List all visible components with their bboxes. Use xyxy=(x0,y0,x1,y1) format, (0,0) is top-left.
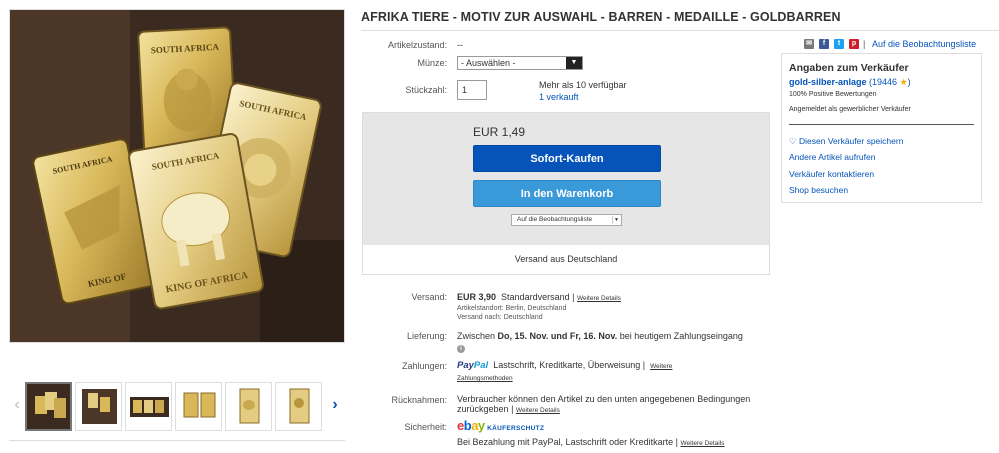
thumbnail-strip: ‹ › xyxy=(9,381,345,433)
shipping-row: EUR 3,90 Standardversand | Weitere Detai… xyxy=(457,292,621,302)
payments-row: PayPal Lastschrift, Kreditkarte, Überwei… xyxy=(457,360,672,371)
pinterest-icon[interactable]: p xyxy=(849,39,859,49)
watchlist-dropdown-label: Auf die Beobachtungsliste xyxy=(517,216,593,223)
thumbnail[interactable] xyxy=(225,382,272,431)
delivery-dates: Do, 15. Nov. und Fr, 16. Nov. xyxy=(497,331,618,341)
buyer-protection-logo: ebay KÄUFERSCHUTZ xyxy=(457,418,544,433)
shipping-type: Standardversand xyxy=(501,292,570,302)
contact-seller-link[interactable]: Verkäufer kontaktieren xyxy=(789,169,874,179)
protection-text: Bei Bezahlung mit PayPal, Lastschrift od… xyxy=(457,437,674,447)
page-title: AFRIKA TIERE - MOTIV ZUR AUSWAHL - BARRE… xyxy=(361,10,841,24)
coin-select-value: - Auswählen - xyxy=(461,58,516,68)
save-seller-link[interactable]: ♡ Diesen Verkäufer speichern xyxy=(789,136,903,147)
sold-count-link[interactable]: 1 verkauft xyxy=(539,92,579,102)
seller-name-link[interactable]: gold-silber-anlage xyxy=(789,77,867,87)
visit-shop-link[interactable]: Shop besuchen xyxy=(789,185,848,195)
info-icon[interactable]: i xyxy=(457,345,465,353)
coin-label: Münze: xyxy=(417,58,447,68)
divider xyxy=(361,30,999,31)
separator: | xyxy=(572,292,575,302)
heart-icon: ♡ xyxy=(789,136,797,146)
returns-row: zurückgeben | Weitere Details xyxy=(457,404,560,414)
availability-text: Mehr als 10 verfügbar xyxy=(539,80,627,90)
divider xyxy=(9,440,345,441)
thumbnail[interactable] xyxy=(75,382,122,431)
chevron-down-icon: ▼ xyxy=(612,216,620,224)
divider xyxy=(789,124,974,125)
thumbnails-next-icon[interactable]: › xyxy=(329,395,341,415)
item-location: Artikelstandort: Berlin, Deutschland xyxy=(457,305,567,312)
thumbnail[interactable] xyxy=(175,382,222,431)
returns-details-link[interactable]: Weitere Details xyxy=(516,407,560,414)
protection-row: Bei Bezahlung mit PayPal, Lastschrift od… xyxy=(457,437,724,447)
chevron-down-icon: ▼ xyxy=(566,57,582,69)
separator: | xyxy=(511,404,514,414)
add-to-cart-button[interactable]: In den Warenkorb xyxy=(473,180,661,207)
positive-feedback: 100% Positive Bewertungen xyxy=(789,91,877,98)
facebook-icon[interactable]: f xyxy=(819,39,829,49)
twitter-icon[interactable]: t xyxy=(834,39,844,49)
more-payments-link[interactable]: Weitere xyxy=(650,363,672,370)
shipping-price: EUR 3,90 xyxy=(457,292,497,302)
price: EUR 1,49 xyxy=(473,125,526,139)
seller-info-box: Angaben zum Verkäufer gold-silber-anlage… xyxy=(781,53,982,203)
thumbnail[interactable] xyxy=(25,382,72,431)
quantity-label: Stückzahl: xyxy=(405,85,447,95)
shipping-label: Versand: xyxy=(411,292,447,302)
separator: | xyxy=(863,39,866,49)
star-icon: ★ xyxy=(899,77,908,87)
payment-methods: Lastschrift, Kreditkarte, Überweisung xyxy=(493,360,641,370)
save-seller-label: Diesen Verkäufer speichern xyxy=(799,136,904,146)
condition-label: Artikelzustand: xyxy=(387,40,447,50)
returns-line2: zurückgeben xyxy=(457,404,509,414)
paypal-logo: PayPal xyxy=(457,360,489,371)
seller-name-row: gold-silber-anlage (19446 ★) xyxy=(789,77,911,87)
mail-icon[interactable]: ✉ xyxy=(804,39,814,49)
returns-line1: Verbraucher können den Artikel zu den un… xyxy=(457,394,751,404)
thumbnails-prev-icon[interactable]: ‹ xyxy=(11,395,23,415)
add-to-watchlist-link[interactable]: Auf die Beobachtungsliste xyxy=(872,39,976,49)
returns-label: Rücknahmen: xyxy=(391,395,447,405)
buyer-protection-label: KÄUFERSCHUTZ xyxy=(487,425,545,432)
watchlist-dropdown[interactable]: Auf die Beobachtungsliste ▼ xyxy=(511,214,622,226)
ships-to: Versand nach: Deutschland xyxy=(457,314,543,321)
business-seller-note: Angemeldet als gewerblicher Verkäufer xyxy=(789,106,911,113)
condition-value: -- xyxy=(457,40,463,50)
shipping-details-link[interactable]: Weitere Details xyxy=(577,295,621,302)
delivery-row: Zwischen Do, 15. Nov. und Fr, 16. Nov. b… xyxy=(457,331,743,341)
payments-label: Zahlungen: xyxy=(401,361,447,371)
coin-select[interactable]: - Auswählen - ▼ xyxy=(457,56,583,70)
protection-details-link[interactable]: Weitere Details xyxy=(680,440,724,447)
other-items-link[interactable]: Andere Artikel aufrufen xyxy=(789,152,875,162)
ebay-logo: ebay xyxy=(457,418,485,433)
feedback-count-link[interactable]: 19446 xyxy=(872,77,897,87)
main-product-image[interactable]: SOUTH AFRICA SOUTH AFRICA SOUTH AFRICA K… xyxy=(9,9,345,343)
buy-box-panel: EUR 1,49 Sofort-Kaufen In den Warenkorb … xyxy=(363,113,769,245)
quantity-input[interactable]: 1 xyxy=(457,80,487,100)
security-label: Sicherheit: xyxy=(404,422,447,432)
delivery-suffix: bei heutigem Zahlungseingang xyxy=(619,331,743,341)
more-payments-link[interactable]: Zahlungsmethoden xyxy=(457,375,513,382)
separator: | xyxy=(642,360,646,370)
seller-heading: Angaben zum Verkäufer xyxy=(789,62,909,74)
delivery-prefix: Zwischen xyxy=(457,331,496,341)
separator: | xyxy=(675,437,678,447)
ships-from-text: Versand aus Deutschland xyxy=(514,254,618,264)
buy-now-button[interactable]: Sofort-Kaufen xyxy=(473,145,661,172)
buy-box: EUR 1,49 Sofort-Kaufen In den Warenkorb … xyxy=(362,112,770,275)
delivery-label: Lieferung: xyxy=(406,331,447,341)
thumbnail[interactable] xyxy=(275,382,322,431)
thumbnail[interactable] xyxy=(125,382,172,431)
